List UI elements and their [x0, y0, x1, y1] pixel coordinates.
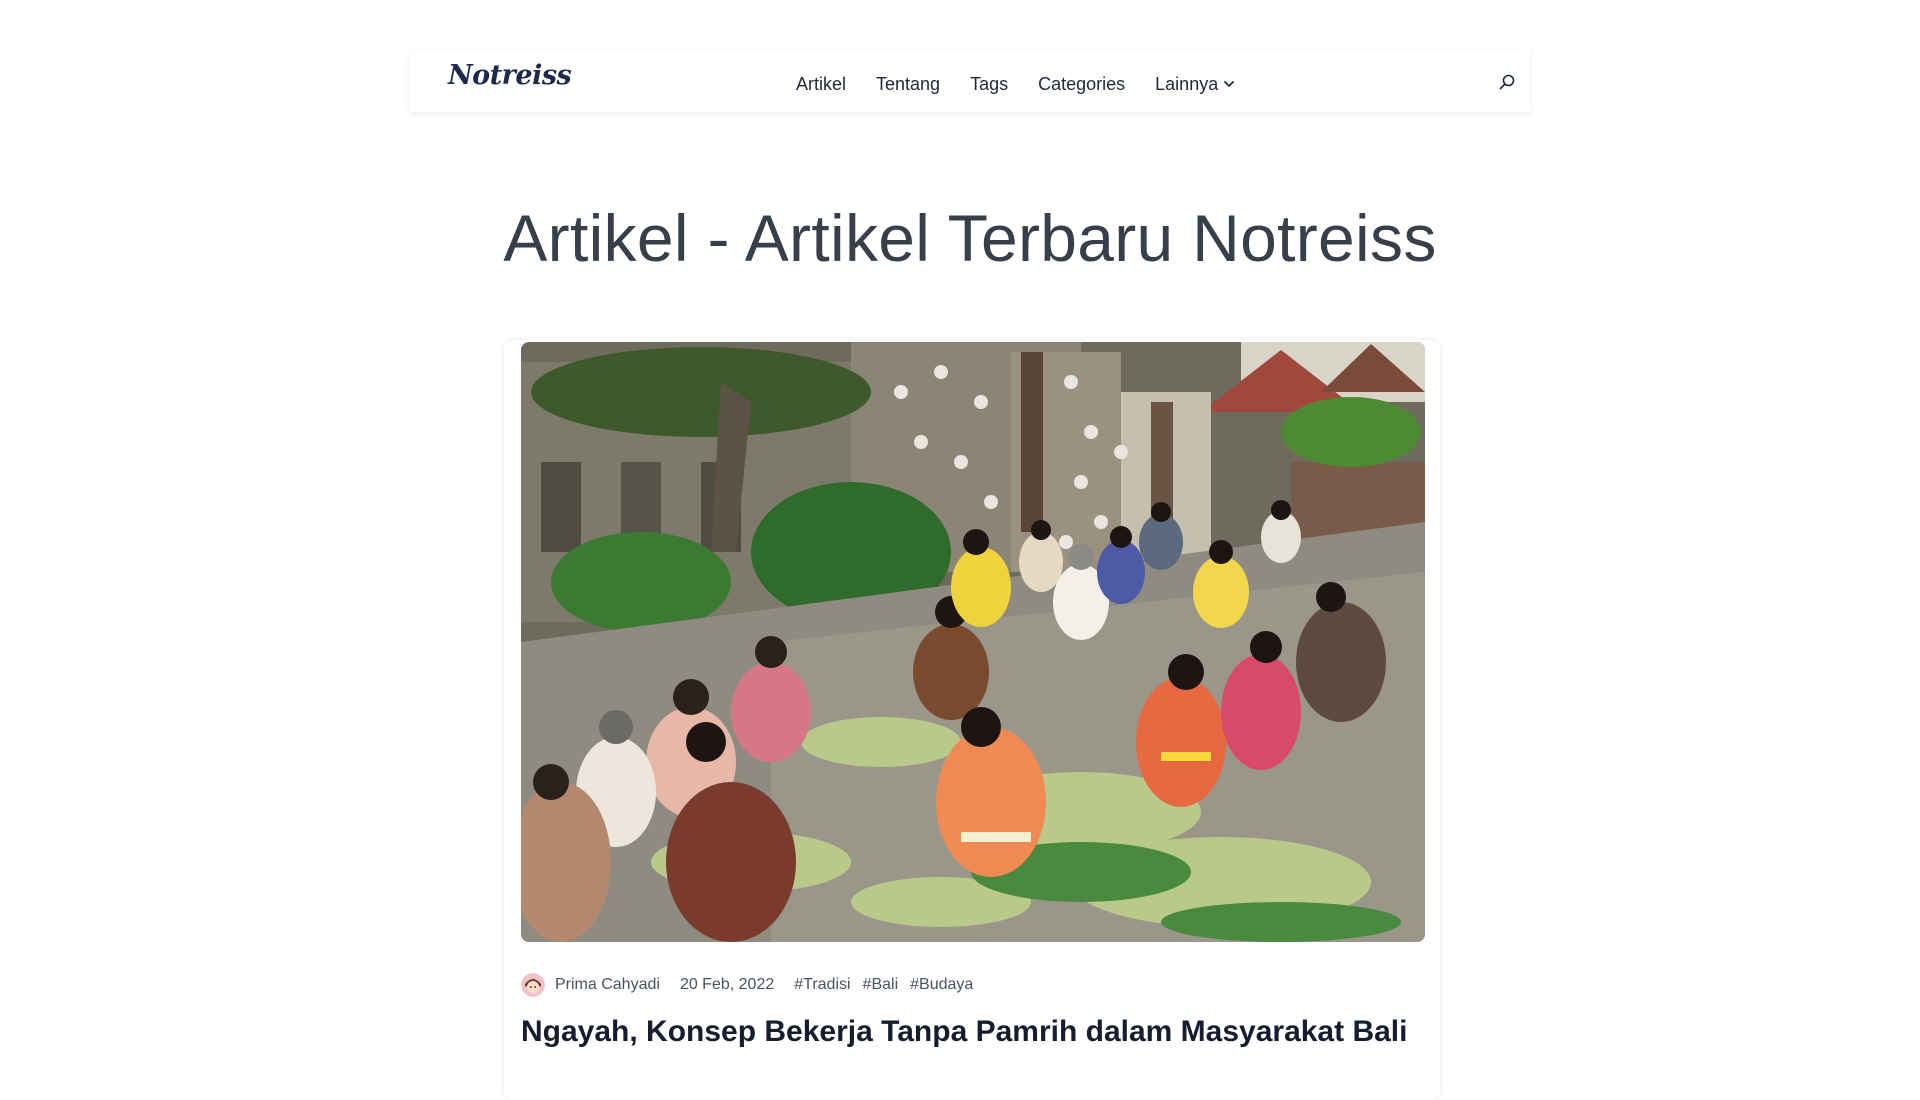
- search-button[interactable]: [1494, 69, 1520, 95]
- chevron-down-icon: [1224, 81, 1235, 87]
- search-icon: [1499, 74, 1515, 90]
- article-meta: Prima Cahyadi 20 Feb, 2022 #Tradisi #Bal…: [521, 972, 985, 998]
- nav-item-tentang[interactable]: Tentang: [876, 68, 940, 95]
- nav-item-categories[interactable]: Categories: [1038, 68, 1125, 95]
- publish-date: 20 Feb, 2022: [679, 976, 775, 993]
- author-avatar[interactable]: [521, 973, 545, 997]
- tag-tradisi[interactable]: #Tradisi: [794, 976, 850, 994]
- main-nav: Artikel Tentang Tags Categories Lainnya: [796, 50, 1236, 112]
- article-title[interactable]: Ngayah, Konsep Bekerja Tanpa Pamrih dala…: [521, 1012, 1421, 1052]
- site-logo[interactable]: Notreiss: [448, 60, 572, 91]
- tag-bali[interactable]: #Bali: [863, 976, 899, 994]
- nav-item-artikel[interactable]: Artikel: [796, 68, 846, 95]
- author-name[interactable]: Prima Cahyadi: [555, 976, 660, 994]
- site-header: Notreiss Artikel Tentang Tags Categories…: [410, 50, 1530, 112]
- nav-item-lainnya-label: Lainnya: [1155, 73, 1219, 94]
- tag-budaya[interactable]: #Budaya: [910, 976, 973, 994]
- article-card[interactable]: Prima Cahyadi 20 Feb, 2022 #Tradisi #Bal…: [504, 340, 1440, 1100]
- nav-item-lainnya[interactable]: Lainnya: [1155, 68, 1236, 95]
- article-image[interactable]: [521, 342, 1425, 942]
- page-title: Artikel - Artikel Terbaru Notreiss: [503, 201, 1437, 275]
- nav-item-tags[interactable]: Tags: [970, 68, 1008, 95]
